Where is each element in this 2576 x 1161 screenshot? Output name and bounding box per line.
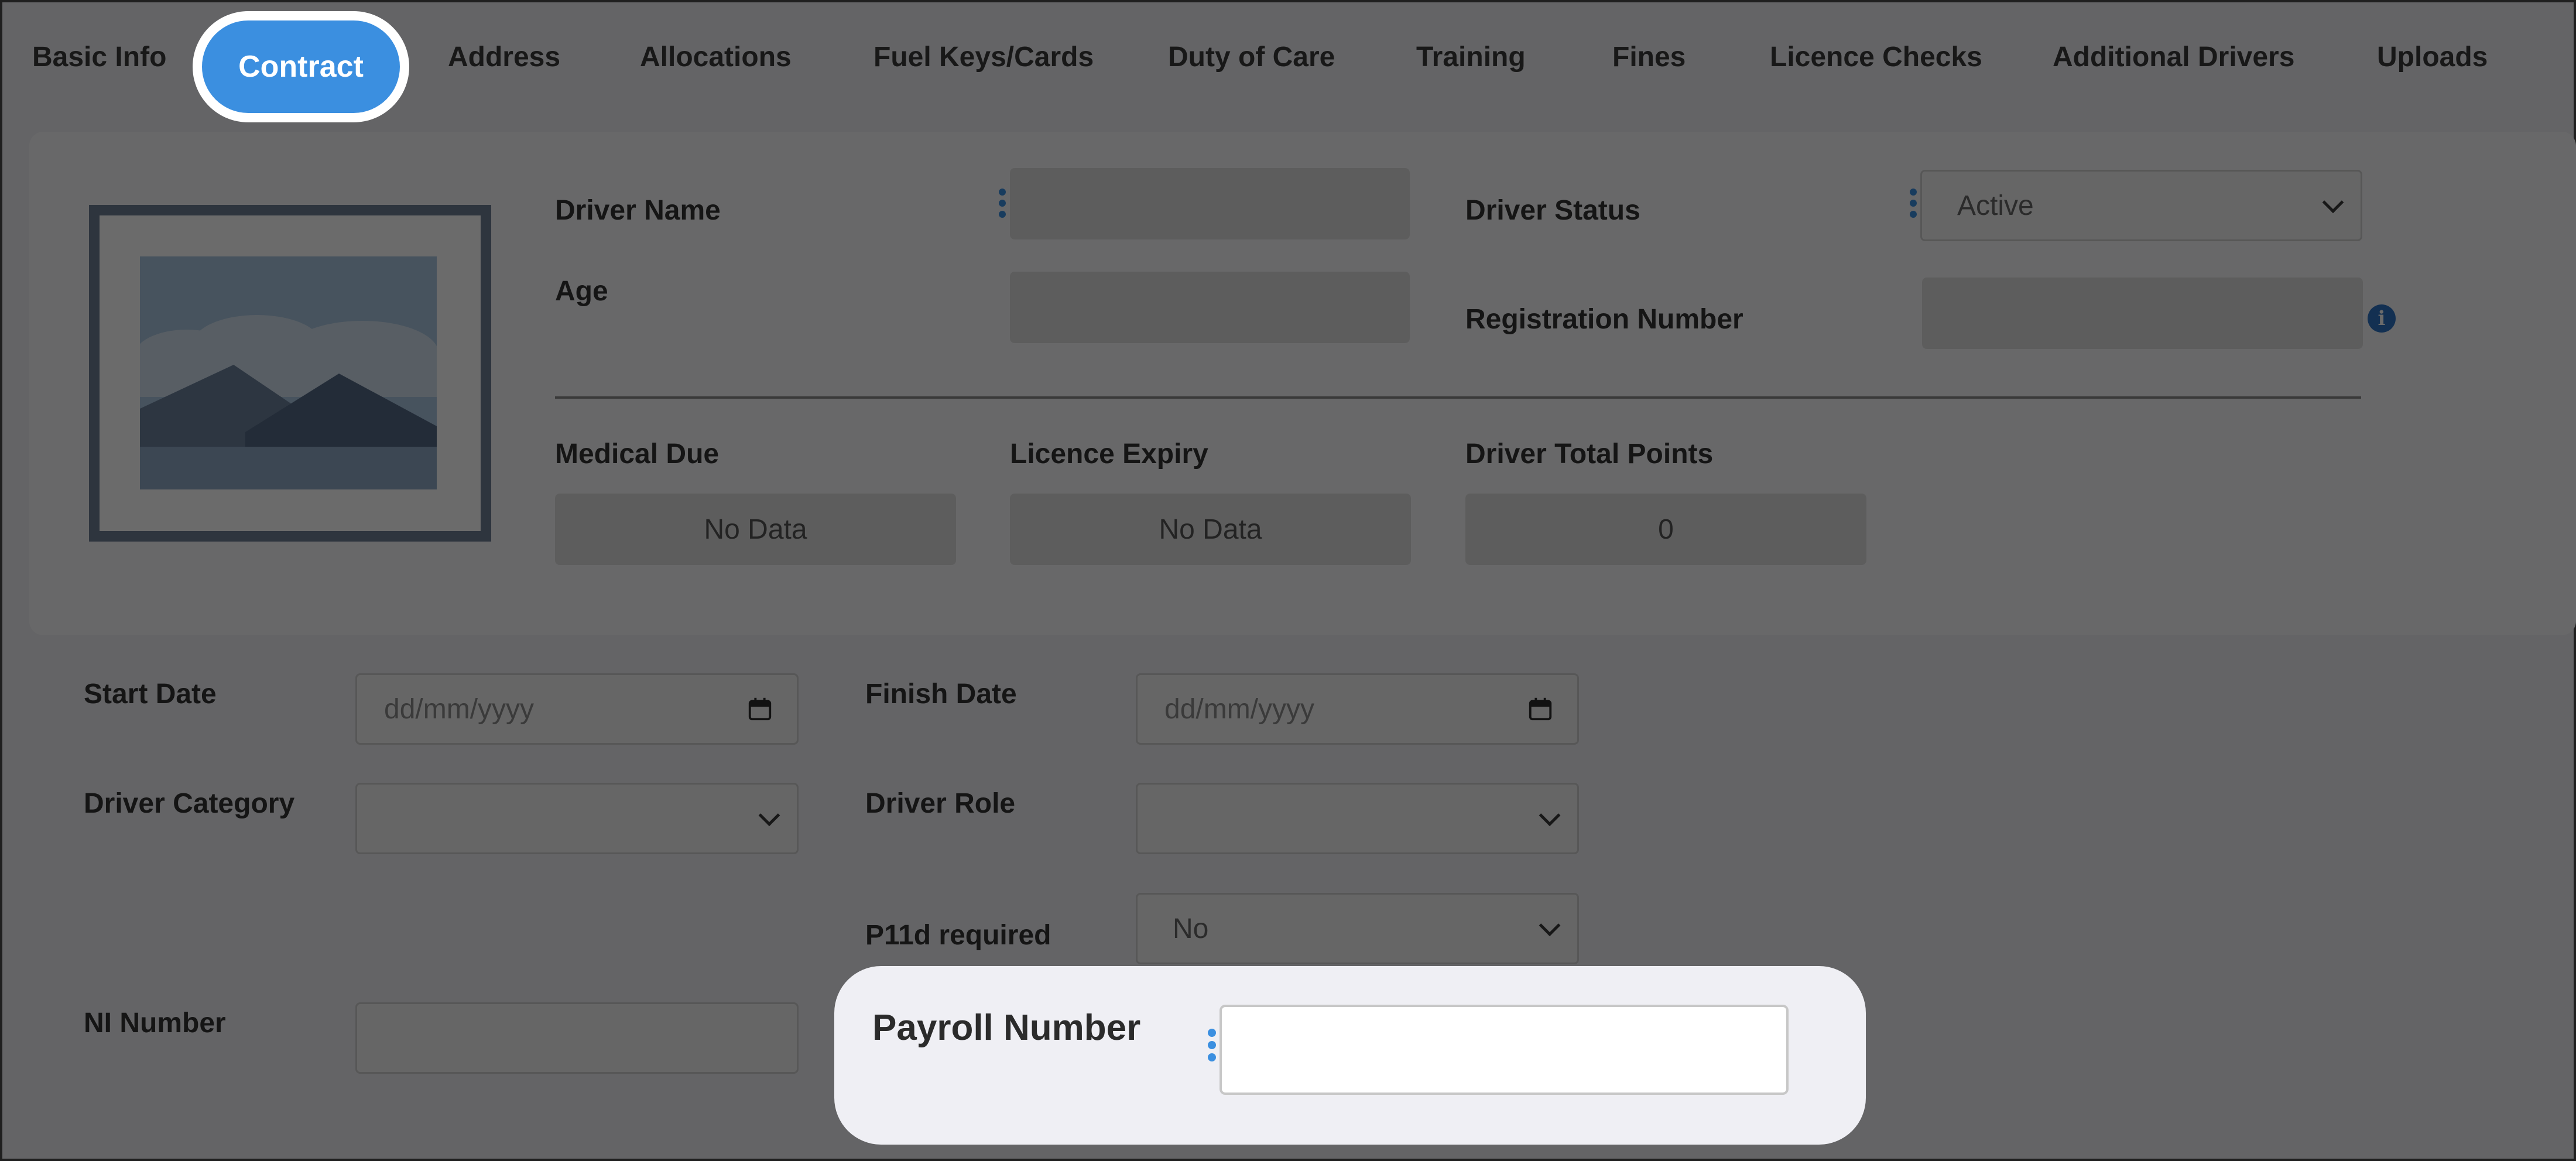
driver-total-points-label: Driver Total Points bbox=[1465, 439, 1714, 470]
finish-date-input[interactable]: dd/mm/yyyy bbox=[1136, 673, 1579, 745]
chevron-down-icon bbox=[1539, 915, 1561, 937]
driver-status-select[interactable]: Active bbox=[1920, 170, 2362, 241]
driver-role-label: Driver Role bbox=[865, 788, 1016, 819]
chevron-down-icon bbox=[1539, 804, 1561, 827]
finish-date-label: Finish Date bbox=[865, 679, 1017, 710]
licence-expiry-field: No Data bbox=[1010, 494, 1411, 565]
driver-total-points-field: 0 bbox=[1465, 494, 1866, 565]
tab-training[interactable]: Training bbox=[1416, 41, 1526, 73]
driver-status-value: Active bbox=[1957, 190, 2034, 221]
tab-licence-checks[interactable]: Licence Checks bbox=[1770, 41, 1982, 73]
tab-fuel-keys-cards[interactable]: Fuel Keys/Cards bbox=[873, 41, 1094, 73]
p11d-required-value: No bbox=[1173, 913, 1209, 944]
driver-category-select[interactable] bbox=[355, 783, 799, 854]
registration-number-label: Registration Number bbox=[1465, 304, 1743, 335]
medical-due-label: Medical Due bbox=[555, 439, 720, 470]
tab-address[interactable]: Address bbox=[448, 41, 560, 73]
tab-allocations[interactable]: Allocations bbox=[640, 41, 792, 73]
image-placeholder-icon bbox=[140, 256, 437, 489]
info-icon[interactable]: i bbox=[2368, 304, 2396, 333]
registration-number-field[interactable] bbox=[1922, 278, 2363, 349]
driver-status-label: Driver Status bbox=[1465, 195, 1640, 226]
age-field[interactable] bbox=[1010, 272, 1410, 343]
chevron-down-icon bbox=[758, 804, 780, 827]
finish-date-placeholder: dd/mm/yyyy bbox=[1164, 693, 1315, 725]
p11d-required-label: P11d required bbox=[865, 920, 1051, 951]
start-date-input[interactable]: dd/mm/yyyy bbox=[355, 673, 799, 745]
ni-number-label: NI Number bbox=[84, 1008, 226, 1039]
tab-additional-drivers[interactable]: Additional Drivers bbox=[2053, 41, 2294, 73]
age-label: Age bbox=[555, 276, 608, 307]
ni-number-input[interactable] bbox=[355, 1002, 799, 1074]
tab-uploads[interactable]: Uploads bbox=[2377, 41, 2488, 73]
driver-category-label: Driver Category bbox=[84, 788, 295, 819]
start-date-label: Start Date bbox=[84, 679, 217, 710]
calendar-icon[interactable] bbox=[1527, 696, 1554, 722]
chevron-down-icon bbox=[2322, 191, 2344, 214]
tab-basic-info[interactable]: Basic Info bbox=[32, 41, 166, 73]
p11d-required-select[interactable]: No bbox=[1136, 893, 1579, 964]
tab-duty-of-care[interactable]: Duty of Care bbox=[1168, 41, 1335, 73]
payroll-number-label: Payroll Number bbox=[872, 1008, 1141, 1048]
drag-handle-icon[interactable] bbox=[999, 189, 1007, 221]
payroll-number-input[interactable] bbox=[1220, 1005, 1789, 1095]
licence-expiry-label: Licence Expiry bbox=[1010, 439, 1208, 470]
start-date-placeholder: dd/mm/yyyy bbox=[384, 693, 535, 725]
calendar-icon[interactable] bbox=[746, 696, 773, 722]
driver-name-field[interactable] bbox=[1010, 168, 1410, 239]
drag-handle-icon[interactable] bbox=[1208, 1029, 1217, 1061]
driver-role-select[interactable] bbox=[1136, 783, 1579, 854]
drag-handle-icon[interactable] bbox=[1910, 189, 1918, 221]
driver-name-label: Driver Name bbox=[555, 195, 721, 226]
section-divider bbox=[555, 396, 2361, 399]
medical-due-field: No Data bbox=[555, 494, 956, 565]
tab-fines[interactable]: Fines bbox=[1612, 41, 1686, 73]
tab-contract[interactable]: Contract bbox=[202, 20, 400, 113]
